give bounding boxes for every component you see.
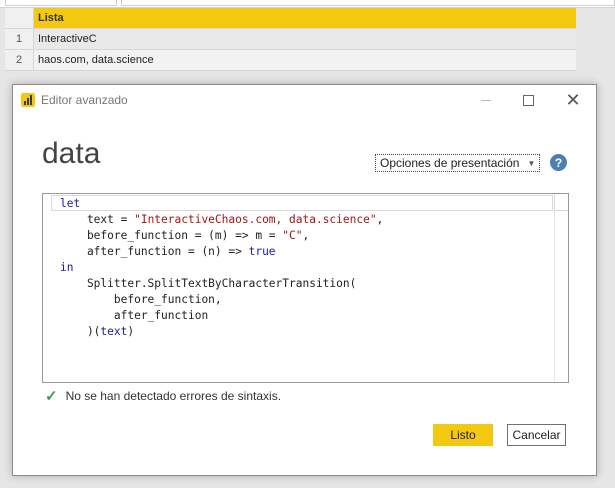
formula-segment bbox=[121, 0, 615, 6]
query-name: data bbox=[42, 137, 101, 170]
scrollbar-corner bbox=[554, 194, 568, 211]
maximize-icon bbox=[522, 94, 534, 106]
syntax-status: ✓ No se han detectado errores de sintaxi… bbox=[45, 387, 281, 405]
advanced-editor-dialog: Editor avanzado ✕ data Opciones de prese… bbox=[12, 84, 597, 476]
minimize-button[interactable] bbox=[473, 89, 499, 111]
code-keyword: in bbox=[60, 261, 74, 274]
code-keyword: text bbox=[100, 325, 128, 338]
column-header-lista[interactable]: Lista bbox=[34, 8, 576, 28]
status-text: No se han detectado errores de sintaxis. bbox=[65, 389, 282, 403]
checkmark-icon: ✓ bbox=[45, 388, 58, 405]
cancel-button[interactable]: Cancelar bbox=[507, 424, 566, 446]
table-header: Lista bbox=[5, 8, 576, 29]
table-corner bbox=[5, 8, 34, 28]
code-text[interactable]: let text = "InteractiveChaos.com, data.s… bbox=[60, 196, 383, 340]
help-button[interactable]: ? bbox=[550, 154, 567, 171]
table-cell[interactable]: haos.com, data.science bbox=[34, 50, 576, 70]
code-editor[interactable]: let text = "InteractiveChaos.com, data.s… bbox=[42, 193, 569, 383]
chevron-down-icon: ▼ bbox=[527, 158, 536, 168]
done-button[interactable]: Listo bbox=[433, 424, 493, 446]
close-button[interactable]: ✕ bbox=[560, 89, 586, 111]
code-string: "C" bbox=[282, 229, 303, 242]
code-line: after_function bbox=[60, 309, 209, 322]
power-bi-icon bbox=[21, 93, 35, 107]
code-line: after_function = (n) => bbox=[60, 245, 249, 258]
code-line: text = bbox=[60, 213, 135, 226]
code-keyword: true bbox=[248, 245, 276, 258]
display-options-label: Opciones de presentación bbox=[380, 156, 520, 170]
code-punct: ) bbox=[127, 325, 135, 338]
dialog-title: Editor avanzado bbox=[41, 93, 128, 107]
close-icon: ✕ bbox=[565, 89, 581, 110]
display-options-dropdown[interactable]: Opciones de presentación ▼ bbox=[375, 154, 541, 172]
code-line: Splitter.SplitTextByCharacterTransition( bbox=[60, 277, 357, 290]
editor-gutter bbox=[43, 194, 51, 382]
dialog-titlebar[interactable]: Editor avanzado ✕ bbox=[13, 85, 596, 115]
formula-segment bbox=[5, 0, 117, 6]
table-row[interactable]: 1 InteractiveC bbox=[5, 29, 576, 50]
vertical-scrollbar[interactable] bbox=[554, 211, 568, 382]
code-line: )( bbox=[60, 325, 101, 338]
row-index: 1 bbox=[5, 29, 34, 49]
row-index: 2 bbox=[5, 50, 34, 70]
data-table: Lista 1 InteractiveC 2 haos.com, data.sc… bbox=[5, 8, 576, 71]
code-string: "InteractiveChaos.com, data.science" bbox=[134, 213, 377, 226]
top-strip bbox=[0, 0, 615, 8]
maximize-button[interactable] bbox=[515, 89, 541, 111]
code-keyword: let bbox=[60, 197, 81, 210]
table-cell[interactable]: InteractiveC bbox=[34, 29, 576, 49]
code-line: before_function, bbox=[60, 293, 222, 306]
code-punct: , bbox=[376, 213, 384, 226]
code-punct: , bbox=[302, 229, 310, 242]
minimize-icon bbox=[481, 99, 491, 101]
table-row[interactable]: 2 haos.com, data.science bbox=[5, 50, 576, 71]
code-line: before_function = (m) => m = bbox=[60, 229, 283, 242]
